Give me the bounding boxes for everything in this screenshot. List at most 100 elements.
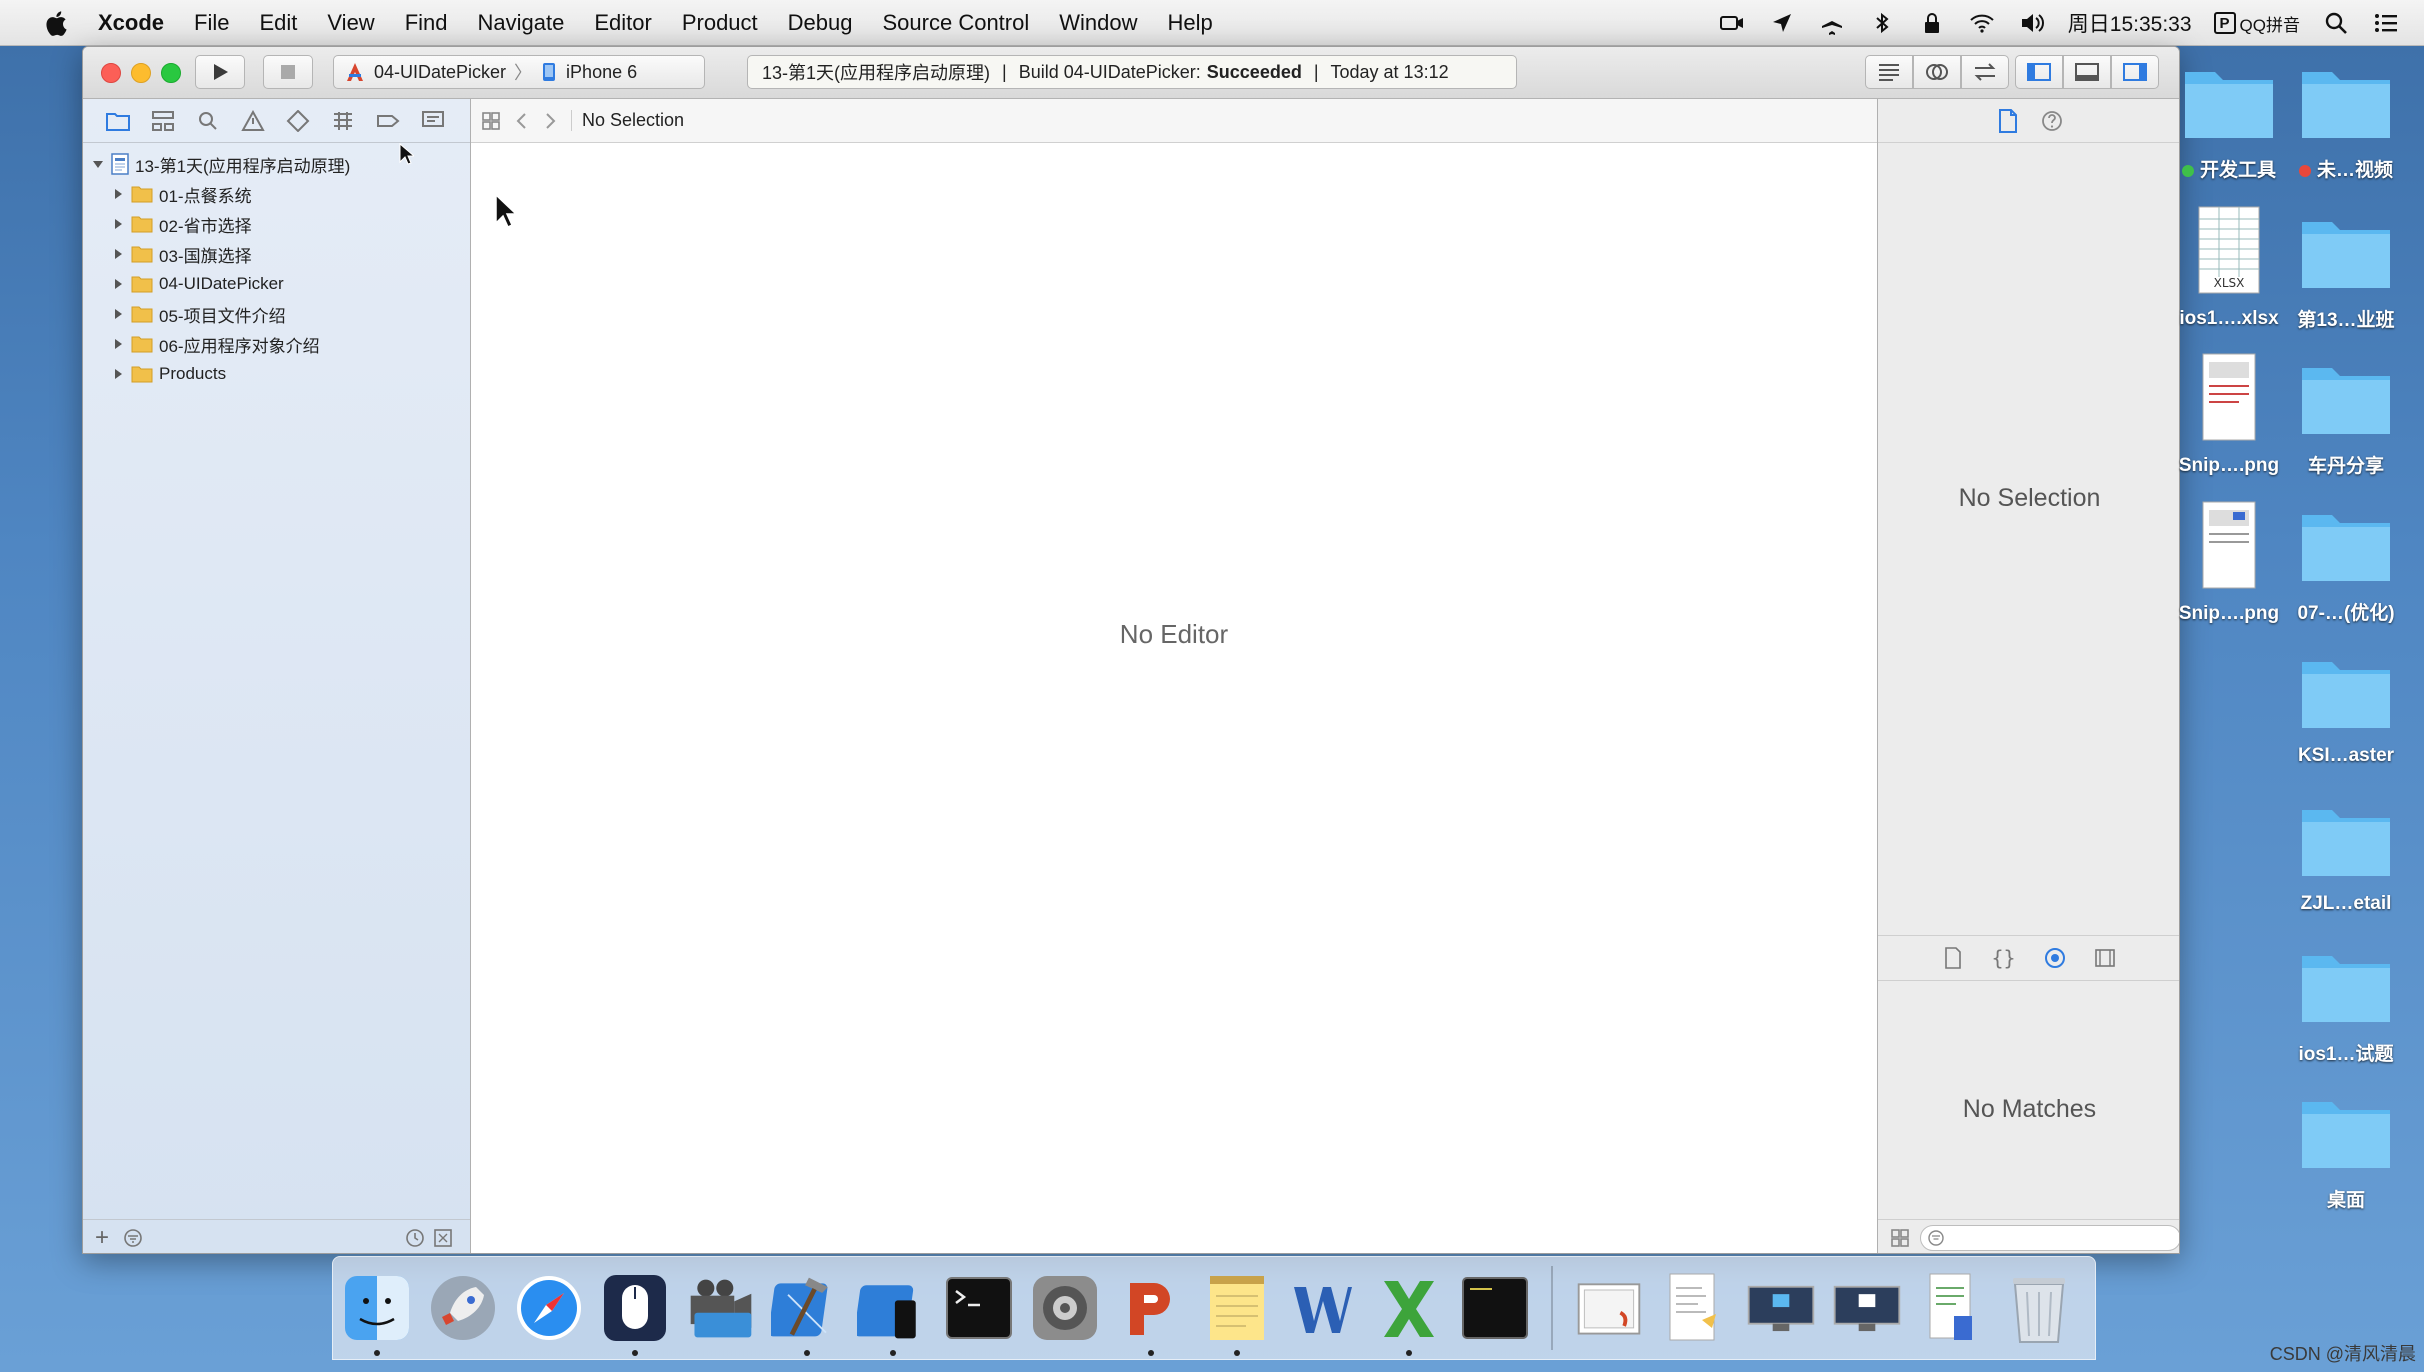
- dock-document[interactable]: [1917, 1268, 1989, 1348]
- desktop-file[interactable]: Snip….png: [2164, 500, 2294, 625]
- disclosure-open-icon[interactable]: [91, 157, 105, 171]
- disclosure-closed-icon[interactable]: [111, 367, 125, 381]
- input-method[interactable]: P QQ拼音: [2213, 11, 2300, 36]
- dock-safari[interactable]: [513, 1268, 585, 1348]
- dock-finder[interactable]: [341, 1268, 413, 1356]
- disclosure-closed-icon[interactable]: [111, 307, 125, 321]
- desktop-folder[interactable]: ios1…试题: [2281, 946, 2411, 1066]
- dock-textedit[interactable]: [1659, 1268, 1731, 1348]
- jump-bar-path[interactable]: No Selection: [571, 110, 684, 131]
- object-library-icon[interactable]: [2044, 947, 2066, 969]
- code-snippet-library-icon[interactable]: {}: [1991, 946, 2015, 970]
- disclosure-closed-icon[interactable]: [111, 187, 125, 201]
- dock-excel[interactable]: [1373, 1268, 1445, 1356]
- stop-button[interactable]: [263, 55, 313, 89]
- menu-source-control[interactable]: Source Control: [883, 10, 1030, 36]
- desktop-folder[interactable]: 桌面: [2281, 1092, 2411, 1212]
- disclosure-closed-icon[interactable]: [111, 277, 125, 291]
- desktop-folder[interactable]: 开发工具: [2164, 62, 2294, 182]
- dock-xcode[interactable]: [771, 1268, 843, 1356]
- tab-project-navigator[interactable]: [103, 106, 133, 136]
- menu-clock[interactable]: 周日15:35:33: [2068, 8, 2192, 38]
- menu-view[interactable]: View: [327, 10, 374, 36]
- forward-arrow-icon[interactable]: [543, 111, 557, 131]
- close-window-button[interactable]: [101, 63, 121, 83]
- dock-powerpoint[interactable]: [1115, 1268, 1187, 1356]
- dock-instruments[interactable]: [857, 1268, 929, 1356]
- standard-editor-button[interactable]: [1865, 55, 1913, 89]
- desktop-folder[interactable]: 车丹分享: [2281, 358, 2411, 478]
- desktop-folder[interactable]: 未…视频: [2281, 62, 2411, 182]
- tab-symbol-navigator[interactable]: [148, 106, 178, 136]
- dock-word[interactable]: [1287, 1268, 1359, 1348]
- source-control-filter-icon[interactable]: [433, 1228, 453, 1248]
- toggle-utilities-button[interactable]: [2111, 55, 2159, 89]
- desktop-file[interactable]: XLSX ios1….xlsx: [2164, 205, 2294, 330]
- location-icon[interactable]: [1768, 9, 1796, 37]
- dock-preview[interactable]: [1573, 1268, 1645, 1348]
- apple-menu-icon[interactable]: [36, 3, 76, 43]
- scheme-selector[interactable]: 04-UIDatePicker 〉 iPhone 6: [333, 55, 705, 89]
- back-arrow-icon[interactable]: [515, 111, 529, 131]
- related-items-icon[interactable]: [481, 111, 501, 131]
- screen-record-icon[interactable]: [1718, 9, 1746, 37]
- disclosure-closed-icon[interactable]: [111, 247, 125, 261]
- tab-find-navigator[interactable]: [193, 106, 223, 136]
- run-button[interactable]: [195, 55, 245, 89]
- desktop-folder[interactable]: 第13…业班: [2281, 212, 2411, 332]
- dock-console[interactable]: [1459, 1268, 1531, 1348]
- tree-group-row[interactable]: 03-国旗选择: [83, 239, 470, 269]
- desktop-folder[interactable]: ZJL…etail: [2281, 800, 2411, 915]
- disclosure-closed-icon[interactable]: [111, 217, 125, 231]
- dock-screens-2[interactable]: [1831, 1268, 1903, 1348]
- desktop-folder[interactable]: 07-…(优化): [2281, 505, 2411, 625]
- menu-product[interactable]: Product: [682, 10, 758, 36]
- file-inspector-icon[interactable]: [1997, 108, 2019, 133]
- bluetooth-icon[interactable]: [1868, 9, 1896, 37]
- tree-group-row[interactable]: 06-应用程序对象介绍: [83, 329, 470, 359]
- menu-navigate[interactable]: Navigate: [478, 10, 565, 36]
- version-editor-button[interactable]: [1961, 55, 2009, 89]
- zoom-window-button[interactable]: [161, 63, 181, 83]
- dock-mouse-app[interactable]: [599, 1268, 671, 1356]
- dock-notes[interactable]: [1201, 1268, 1273, 1356]
- menu-debug[interactable]: Debug: [788, 10, 853, 36]
- menu-edit[interactable]: Edit: [259, 10, 297, 36]
- menu-app-name[interactable]: Xcode: [98, 10, 164, 36]
- tree-group-row[interactable]: 05-项目文件介绍: [83, 299, 470, 329]
- disclosure-closed-icon[interactable]: [111, 337, 125, 351]
- menu-help[interactable]: Help: [1168, 10, 1213, 36]
- add-file-button[interactable]: +: [95, 1224, 109, 1252]
- minimize-window-button[interactable]: [131, 63, 151, 83]
- dock-launchpad[interactable]: [427, 1268, 499, 1348]
- wifi-icon[interactable]: [1968, 9, 1996, 37]
- desktop-folder[interactable]: KSI…aster: [2281, 652, 2411, 767]
- library-filter-input[interactable]: [1920, 1224, 2179, 1251]
- dock-trash[interactable]: [2003, 1268, 2075, 1348]
- desktop-file[interactable]: Snip….png: [2164, 352, 2294, 477]
- grid-view-icon[interactable]: [1890, 1228, 1910, 1248]
- notification-center-icon[interactable]: [2372, 9, 2400, 37]
- media-library-icon[interactable]: [2094, 948, 2116, 968]
- menu-editor[interactable]: Editor: [594, 10, 651, 36]
- file-template-library-icon[interactable]: [1943, 947, 1963, 969]
- dock-screens[interactable]: [1745, 1268, 1817, 1348]
- assistant-editor-button[interactable]: [1913, 55, 1961, 89]
- recent-files-icon[interactable]: [405, 1228, 425, 1248]
- menu-find[interactable]: Find: [405, 10, 448, 36]
- spotlight-search-icon[interactable]: [2322, 9, 2350, 37]
- dock-terminal[interactable]: [943, 1268, 1015, 1348]
- lock-icon[interactable]: [1918, 9, 1946, 37]
- dock-system-preferences[interactable]: [1029, 1268, 1101, 1348]
- menu-window[interactable]: Window: [1059, 10, 1137, 36]
- menu-file[interactable]: File: [194, 10, 229, 36]
- dock-imovie[interactable]: [685, 1268, 757, 1348]
- volume-icon[interactable]: [2018, 9, 2046, 37]
- tree-group-row[interactable]: 02-省市选择: [83, 209, 470, 239]
- tab-test-navigator[interactable]: [283, 106, 313, 136]
- tree-group-row[interactable]: Products: [83, 359, 470, 389]
- toggle-navigator-button[interactable]: [2015, 55, 2063, 89]
- tree-group-row[interactable]: 01-点餐系统: [83, 179, 470, 209]
- quick-help-icon[interactable]: [2041, 110, 2063, 132]
- toggle-debug-area-button[interactable]: [2063, 55, 2111, 89]
